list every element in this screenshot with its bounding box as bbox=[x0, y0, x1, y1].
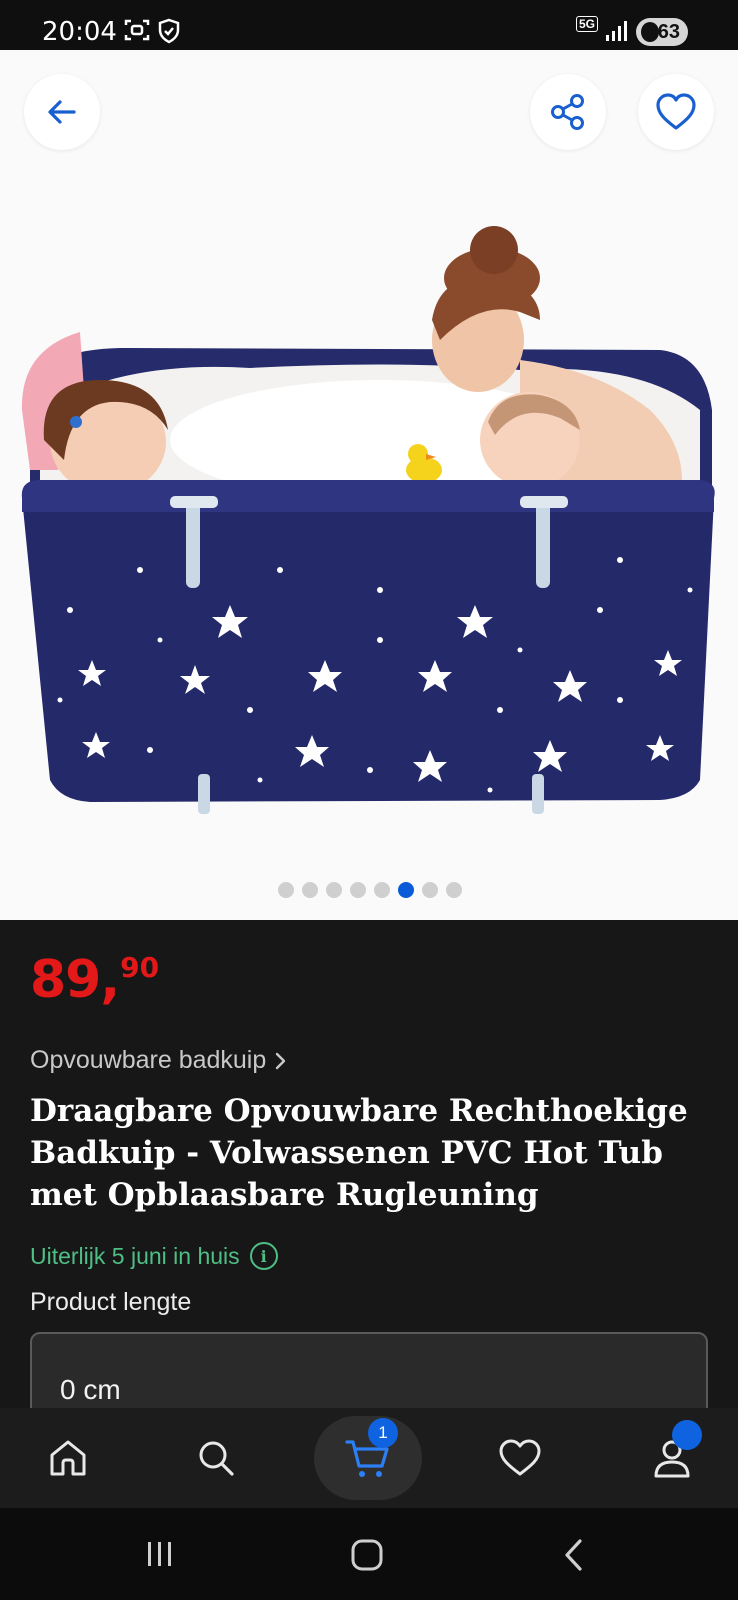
page-dot-active[interactable] bbox=[398, 882, 414, 898]
page-dot[interactable] bbox=[302, 882, 318, 898]
product-title: Draagbare Opvouwbare Rechthoekige Badkui… bbox=[30, 1093, 688, 1213]
info-icon[interactable]: i bbox=[249, 1242, 278, 1270]
product-gallery[interactable] bbox=[0, 50, 738, 920]
cart-count-badge: 1 bbox=[368, 1418, 398, 1448]
account-notification-dot bbox=[672, 1420, 702, 1450]
product-price: 89,90 bbox=[30, 950, 159, 1010]
product-info: 89,90 Opvouwbare badkuip Draagbare Opvou… bbox=[0, 920, 738, 1432]
home-system-icon[interactable] bbox=[350, 1538, 384, 1572]
status-time: 20:04 bbox=[42, 17, 117, 47]
price-integer: 89 bbox=[30, 950, 101, 1010]
page-dot[interactable] bbox=[326, 882, 342, 898]
heart-icon bbox=[499, 1439, 541, 1476]
share-button[interactable] bbox=[530, 74, 606, 150]
arrow-left-icon bbox=[48, 100, 76, 124]
chevron-right-icon bbox=[276, 1052, 286, 1069]
status-bar: 20:04 5G 63 bbox=[0, 0, 738, 50]
breadcrumb[interactable]: Opvouwbare badkuip bbox=[30, 1046, 288, 1075]
network-badge: 5G bbox=[576, 16, 599, 32]
page-dot[interactable] bbox=[374, 882, 390, 898]
home-icon bbox=[50, 1440, 86, 1476]
system-navigation bbox=[0, 1508, 738, 1600]
product-photo bbox=[21, 226, 715, 814]
battery-icon: 63 bbox=[636, 18, 688, 46]
shield-icon bbox=[158, 18, 180, 44]
screen: 20:04 5G 63 89,90 Opvouwbare badkuip Dra… bbox=[0, 0, 738, 1600]
gallery-pagination bbox=[278, 882, 462, 898]
length-input[interactable] bbox=[60, 1374, 460, 1406]
bottom-navigation: 1 bbox=[0, 1408, 738, 1508]
price-separator: , bbox=[100, 950, 121, 1010]
delivery-info: Uiterlijk 5 juni in huis i bbox=[30, 1242, 278, 1270]
screenshot-icon bbox=[124, 19, 150, 41]
favorite-button[interactable] bbox=[638, 74, 714, 150]
page-dot[interactable] bbox=[446, 882, 462, 898]
heart-icon bbox=[656, 93, 696, 130]
back-button[interactable] bbox=[24, 74, 100, 150]
share-icon bbox=[551, 94, 584, 130]
battery-saver-icon bbox=[641, 22, 659, 42]
price-cents: 90 bbox=[120, 951, 160, 984]
page-dot[interactable] bbox=[422, 882, 438, 898]
page-dot[interactable] bbox=[350, 882, 366, 898]
signal-icon bbox=[606, 21, 627, 41]
search-icon bbox=[199, 1441, 234, 1476]
recent-apps-icon[interactable] bbox=[144, 1538, 176, 1570]
length-field-label: Product lengte bbox=[30, 1288, 192, 1316]
delivery-text: Uiterlijk 5 juni in huis bbox=[30, 1242, 240, 1269]
nav-favorites[interactable] bbox=[488, 1426, 552, 1490]
page-dot[interactable] bbox=[278, 882, 294, 898]
battery-level: 63 bbox=[657, 20, 680, 43]
breadcrumb-label[interactable]: Opvouwbare badkuip bbox=[30, 1046, 266, 1075]
nav-home[interactable] bbox=[36, 1426, 100, 1490]
back-system-icon[interactable] bbox=[562, 1538, 586, 1572]
nav-search[interactable] bbox=[184, 1426, 248, 1490]
